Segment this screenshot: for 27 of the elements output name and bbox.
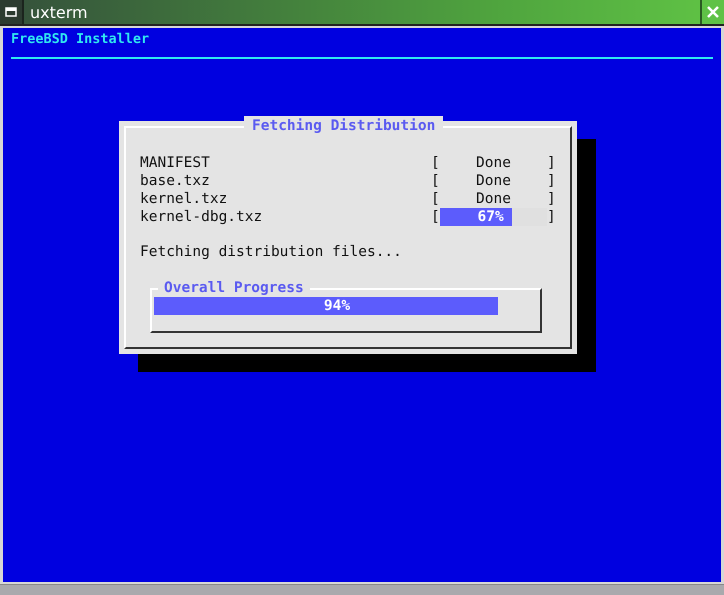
progress-fill: 67% [440,208,512,226]
file-name: kernel-dbg.txz [140,209,264,225]
progress-reading: 94% [322,297,352,315]
bracket: [ [431,155,440,171]
file-name: base.txz [140,173,211,189]
window-icon [5,7,17,17]
close-button[interactable] [700,0,724,24]
bracket: [ [431,173,440,189]
progress-label: Overall Progress [158,278,310,298]
window-menu-button[interactable] [0,0,24,24]
status-text: Done [476,191,511,207]
status-text: Done [476,155,511,171]
bracket: [ [431,191,440,207]
scrollbar[interactable] [0,584,724,595]
dialog-title: Fetching Distribution [244,116,444,136]
bracket: [ [431,209,440,225]
bracket: ] [547,155,556,171]
file-name: kernel.txz [140,191,228,207]
window-title: uxterm [24,0,700,24]
close-icon [707,6,719,18]
file-name: MANIFEST [140,155,211,171]
status-text: Done [476,173,511,189]
bracket: ] [547,173,556,189]
status-message: Fetching distribution files... [140,244,403,260]
installer-title: FreeBSD Installer [10,30,150,47]
bracket: ] [547,209,556,225]
bracket: ] [547,191,556,207]
